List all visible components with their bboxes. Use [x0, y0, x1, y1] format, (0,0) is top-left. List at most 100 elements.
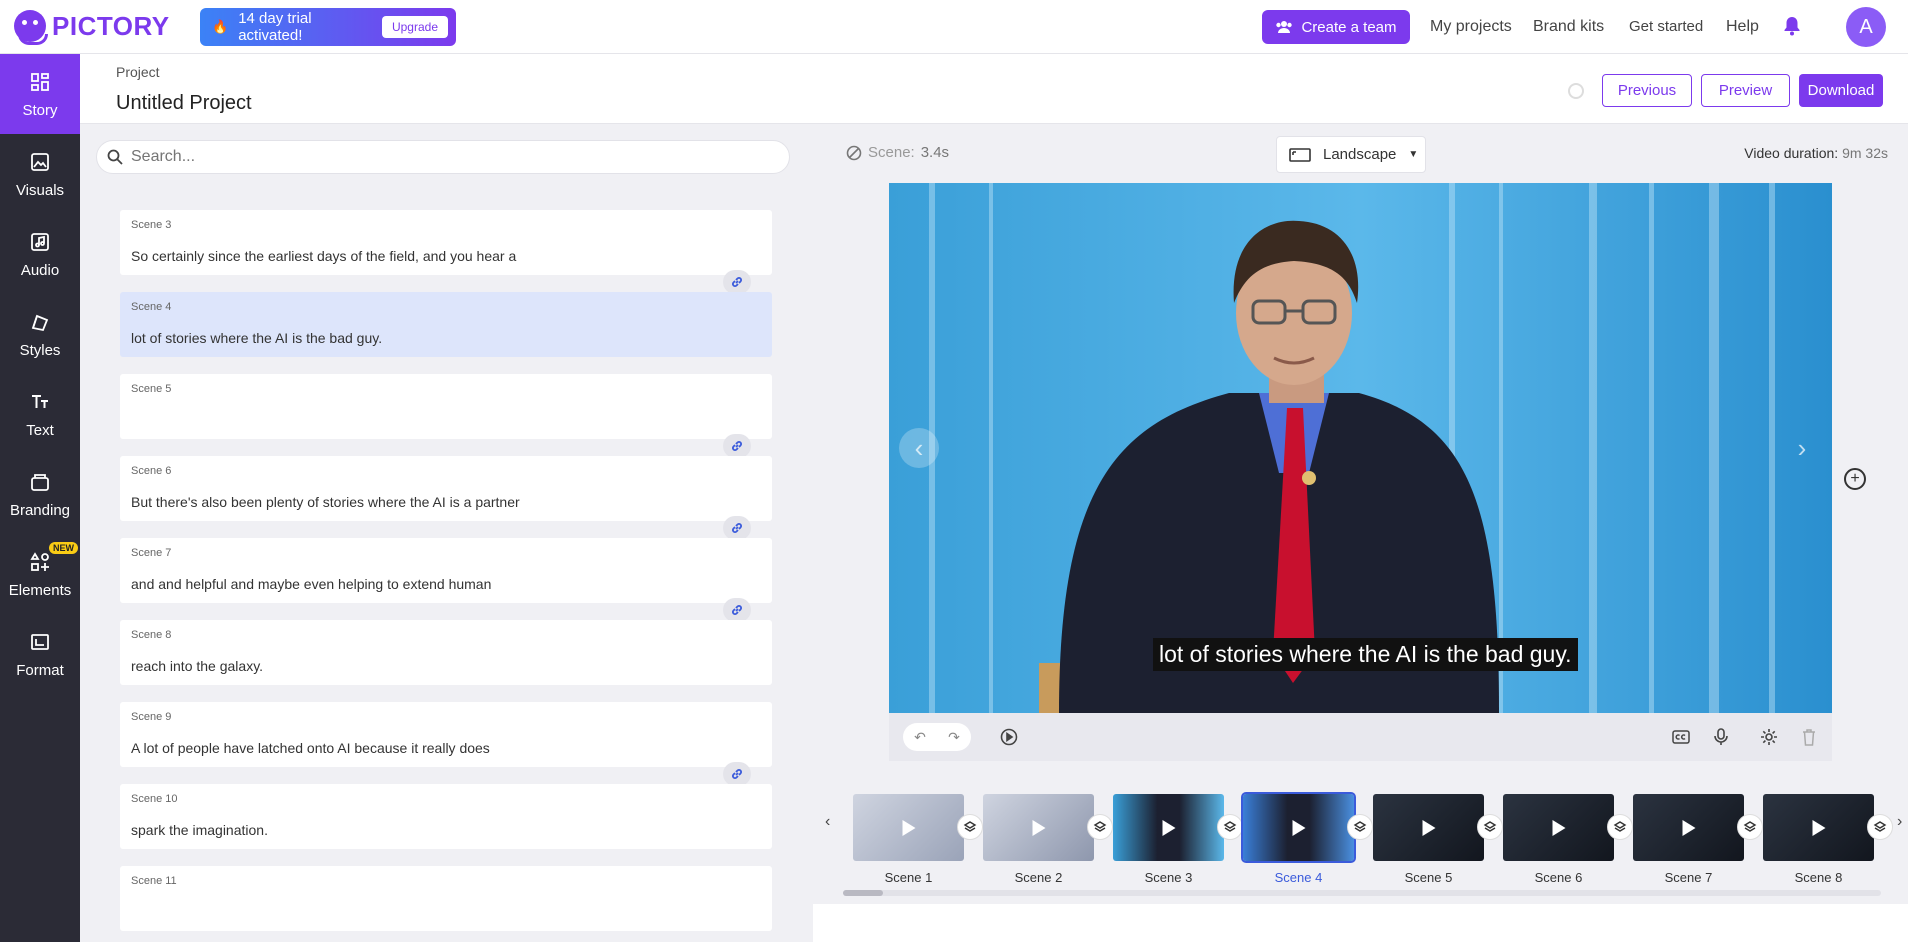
link-scenes-button[interactable]: [723, 516, 751, 540]
nav-help[interactable]: Help: [1726, 18, 1759, 36]
story-panel: Scene 3 So certainly since the earliest …: [80, 124, 813, 942]
scene-card-4[interactable]: Scene 4 lot of stories where the AI is t…: [120, 292, 772, 357]
timer-off-icon: [846, 145, 862, 160]
sidebar-item-text[interactable]: Text: [0, 374, 80, 454]
redo-icon[interactable]: ↷: [948, 729, 960, 746]
scene-card-11[interactable]: Scene 11: [120, 866, 772, 931]
link-scenes-button[interactable]: [723, 270, 751, 294]
timeline-prev-arrow[interactable]: ‹: [825, 813, 830, 831]
nav-my-projects[interactable]: My projects: [1430, 18, 1512, 36]
timeline-thumb-2[interactable]: [983, 794, 1094, 861]
visuals-icon: [31, 152, 49, 171]
captions-button[interactable]: [1671, 727, 1691, 747]
story-icon: [31, 72, 49, 91]
scene-card-text[interactable]: A lot of people have latched onto AI bec…: [131, 740, 490, 756]
user-avatar[interactable]: A: [1846, 7, 1886, 47]
add-scene-button[interactable]: +: [1844, 468, 1866, 490]
sidebar-item-format[interactable]: Format: [0, 614, 80, 694]
scene-card-text[interactable]: spark the imagination.: [131, 822, 268, 838]
orientation-dropdown[interactable]: Landscape ▼: [1276, 136, 1426, 173]
speaker-video-frame: [889, 183, 1832, 713]
timeline-thumb-1[interactable]: [853, 794, 964, 861]
scene-duration-value[interactable]: 3.4s: [921, 144, 949, 161]
sidebar-item-branding[interactable]: Branding: [0, 454, 80, 534]
timeline-thumb-7[interactable]: [1633, 794, 1744, 861]
settings-button[interactable]: [1759, 727, 1779, 747]
timeline-thumb-8[interactable]: [1763, 794, 1874, 861]
scene-card-text[interactable]: So certainly since the earliest days of …: [131, 248, 516, 264]
layers-icon[interactable]: [1737, 814, 1763, 840]
layers-icon[interactable]: [1867, 814, 1893, 840]
scene-card-10[interactable]: Scene 10 spark the imagination.: [120, 784, 772, 849]
layers-icon[interactable]: [1347, 814, 1373, 840]
sidebar-item-audio[interactable]: Audio: [0, 214, 80, 294]
elements-icon: [30, 551, 49, 571]
bell-icon[interactable]: [1783, 16, 1801, 36]
voiceover-button[interactable]: [1711, 727, 1731, 747]
scene-card-text[interactable]: and and helpful and maybe even helping t…: [131, 576, 491, 592]
link-scenes-button[interactable]: [723, 762, 751, 786]
scene-card-text[interactable]: But there's also been plenty of stories …: [131, 494, 520, 510]
pictory-logo[interactable]: PICTORY: [14, 10, 170, 45]
nav-get-started[interactable]: Get started: [1629, 18, 1703, 35]
timeline-label: Scene 2: [1014, 870, 1063, 885]
nav-brand-kits[interactable]: Brand kits: [1533, 18, 1604, 36]
layers-icon[interactable]: [957, 814, 983, 840]
format-icon: [31, 633, 49, 650]
player-controls: ↶ ↷: [889, 713, 1832, 761]
video-preview[interactable]: ‹ › lot of stories where the AI is the b…: [889, 183, 1832, 713]
sidebar-item-styles[interactable]: Styles: [0, 294, 80, 374]
play-icon: [1812, 819, 1825, 836]
project-title[interactable]: Untitled Project: [116, 92, 252, 115]
video-duration-label: Video duration:: [1744, 145, 1839, 161]
scene-card-7[interactable]: Scene 7 and and helpful and maybe even h…: [120, 538, 772, 603]
play-icon: [1422, 819, 1435, 836]
scene-card-3[interactable]: Scene 3 So certainly since the earliest …: [120, 210, 772, 275]
layers-icon[interactable]: [1217, 814, 1243, 840]
layers-icon[interactable]: [1087, 814, 1113, 840]
sidebar-label-elements: Elements: [8, 581, 72, 599]
scene-timeline: ‹ › Scene 1 Scene 2 Scene 3 Scene 4 Scen…: [813, 780, 1908, 904]
prev-scene-arrow[interactable]: ‹: [899, 428, 939, 468]
timeline-next-arrow[interactable]: ›: [1897, 813, 1902, 831]
scene-card-label: Scene 8: [131, 629, 172, 641]
sidebar-item-story[interactable]: Story: [0, 54, 80, 134]
scene-card-6[interactable]: Scene 6 But there's also been plenty of …: [120, 456, 772, 521]
timeline-thumb-5[interactable]: [1373, 794, 1484, 861]
link-icon: [732, 277, 742, 287]
sidebar-label-text: Text: [26, 421, 54, 439]
top-header: PICTORY 🔥 14 day trial activated! Upgrad…: [0, 0, 1908, 54]
scene-card-5[interactable]: Scene 5: [120, 374, 772, 439]
sidebar-item-elements[interactable]: NEW Elements: [0, 534, 80, 614]
video-caption: lot of stories where the AI is the bad g…: [1153, 638, 1578, 671]
create-team-button[interactable]: Create a team: [1262, 10, 1410, 44]
link-scenes-button[interactable]: [723, 434, 751, 458]
preview-button[interactable]: Preview: [1701, 74, 1790, 107]
sidebar-label-styles: Styles: [19, 341, 61, 359]
scene-card-9[interactable]: Scene 9 A lot of people have latched ont…: [120, 702, 772, 767]
play-button[interactable]: [999, 727, 1019, 747]
scene-card-8[interactable]: Scene 8 reach into the galaxy.: [120, 620, 772, 685]
undo-icon[interactable]: ↶: [914, 729, 926, 746]
search-input[interactable]: [131, 148, 691, 166]
timeline-thumb-3[interactable]: [1113, 794, 1224, 861]
delete-button[interactable]: [1799, 727, 1819, 747]
layers-icon[interactable]: [1607, 814, 1633, 840]
link-scenes-button[interactable]: [723, 598, 751, 622]
styles-icon: [31, 314, 49, 331]
timeline-thumb-6[interactable]: [1503, 794, 1614, 861]
timeline-thumb-4[interactable]: [1241, 792, 1356, 863]
sidebar-item-visuals[interactable]: Visuals: [0, 134, 80, 214]
timeline-scrollbar[interactable]: [843, 890, 1881, 896]
scrollbar-thumb[interactable]: [843, 890, 883, 896]
upgrade-button[interactable]: Upgrade: [381, 16, 448, 38]
scene-card-text[interactable]: reach into the galaxy.: [131, 658, 263, 674]
scene-card-text[interactable]: lot of stories where the AI is the bad g…: [131, 330, 382, 346]
next-scene-arrow[interactable]: ›: [1782, 428, 1822, 468]
layers-icon[interactable]: [1477, 814, 1503, 840]
previous-button[interactable]: Previous: [1602, 74, 1692, 107]
scene-card-label: Scene 10: [131, 793, 178, 805]
download-button[interactable]: Download: [1799, 74, 1883, 107]
play-circle-icon: [1000, 728, 1018, 746]
undo-redo-group: ↶ ↷: [903, 723, 971, 751]
